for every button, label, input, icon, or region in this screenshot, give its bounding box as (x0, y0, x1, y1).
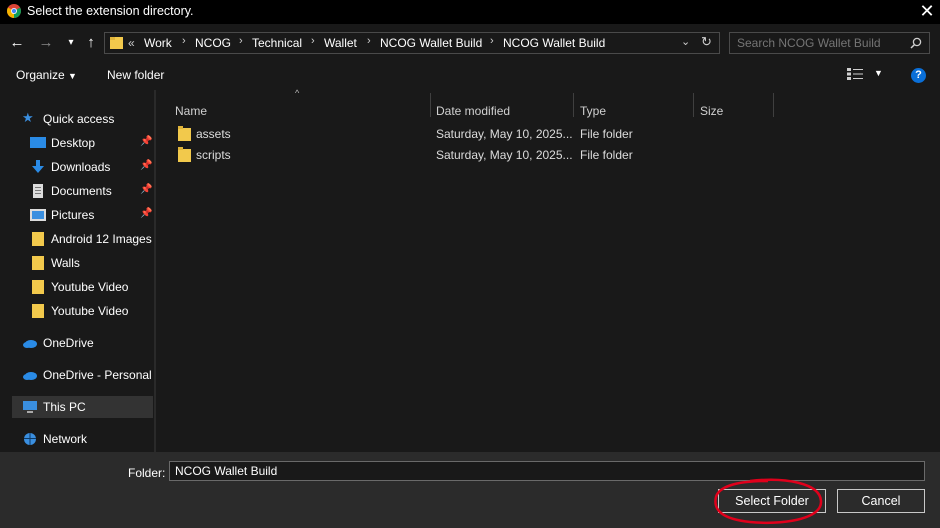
breadcrumb-work[interactable]: Work (144, 36, 172, 50)
breadcrumb-ncog-wallet-build-current[interactable]: NCOG Wallet Build (503, 36, 605, 50)
sidebar-item-label: Pictures (51, 208, 95, 222)
sidebar-item-label: OneDrive - Personal (43, 368, 152, 382)
star-icon: ★ (22, 110, 34, 125)
sidebar-item-pictures[interactable]: Pictures 📌 (20, 204, 154, 226)
address-bar[interactable]: « Work › NCOG › Technical › Wallet › NCO… (104, 32, 720, 54)
search-input[interactable] (737, 36, 907, 50)
sidebar-item-label: Walls (51, 256, 80, 270)
sidebar-item-quick-access[interactable]: ★ Quick access (12, 108, 146, 130)
sidebar-item-label: Youtube Video (51, 280, 129, 294)
breadcrumb-overflow[interactable]: « (128, 36, 135, 50)
chevron-right-icon[interactable]: › (367, 35, 371, 47)
refresh-icon[interactable]: ↻ (701, 34, 712, 50)
chevron-down-icon[interactable]: ⌄ (681, 35, 690, 48)
pin-icon[interactable]: 📌 (140, 208, 152, 220)
table-row[interactable]: assets Saturday, May 10, 2025... File fo… (174, 124, 774, 144)
back-arrow-icon[interactable]: ← (8, 34, 26, 52)
pin-icon[interactable]: 📌 (140, 160, 152, 172)
sidebar-item-label: Documents (51, 184, 112, 198)
sidebar-item-label: Quick access (43, 112, 115, 126)
sidebar-item-walls[interactable]: Walls (20, 252, 154, 274)
sidebar-item-label: Network (43, 432, 88, 446)
chevron-down-icon: ▼ (68, 71, 77, 81)
cloud-icon (23, 340, 37, 348)
column-header-type[interactable]: Type (580, 104, 606, 118)
sidebar-item-this-pc[interactable]: This PC (12, 396, 153, 418)
sidebar-item-label: Youtube Video (51, 304, 129, 318)
highlight-circle-annotation (714, 478, 823, 525)
column-header-size[interactable]: Size (700, 104, 723, 118)
organize-label: Organize (16, 68, 65, 82)
sidebar-item-downloads[interactable]: Downloads 📌 (20, 156, 154, 178)
search-box[interactable] (729, 32, 930, 54)
recent-locations-chevron-icon[interactable]: ▾ (62, 34, 80, 52)
download-icon (32, 160, 44, 173)
sidebar-item-label: This PC (43, 400, 86, 414)
breadcrumb-ncog-wallet-build[interactable]: NCOG Wallet Build (380, 36, 482, 50)
cloud-icon (23, 372, 37, 380)
sort-ascending-icon: ^ (295, 88, 300, 98)
folder-icon (32, 256, 44, 270)
sidebar-item-label: Downloads (51, 160, 111, 174)
close-icon[interactable]: ✕ (916, 1, 938, 23)
organize-menu[interactable]: Organize ▼ (16, 68, 77, 82)
chevron-down-icon: ▼ (874, 68, 883, 78)
forward-arrow-icon[interactable]: → (37, 34, 55, 52)
sidebar-item-onedrive-personal[interactable]: OneDrive - Personal (12, 364, 152, 386)
search-icon[interactable] (910, 37, 922, 49)
sidebar-item-network[interactable]: Network (12, 428, 146, 450)
picture-icon (30, 209, 46, 221)
pin-icon[interactable]: 📌 (140, 136, 152, 148)
file-type: File folder (580, 148, 633, 162)
sidebar-item-onedrive[interactable]: OneDrive (12, 332, 146, 354)
column-header-name[interactable]: Name (175, 104, 207, 118)
column-divider[interactable] (430, 93, 431, 117)
chevron-right-icon[interactable]: › (239, 35, 243, 47)
sidebar-item-label: Desktop (51, 136, 96, 150)
chevron-right-icon[interactable]: › (182, 35, 186, 47)
folder-icon (110, 37, 123, 49)
column-divider[interactable] (773, 93, 774, 117)
file-date: Saturday, May 10, 2025... (436, 148, 573, 162)
file-name: scripts (196, 148, 231, 162)
help-icon[interactable]: ? (911, 68, 926, 83)
folder-icon (32, 232, 44, 246)
pin-icon[interactable]: 📌 (140, 184, 152, 196)
breadcrumb-technical[interactable]: Technical (252, 36, 302, 50)
desktop-icon (30, 137, 46, 148)
window-title: Select the extension directory. (27, 4, 194, 18)
chrome-icon (7, 4, 21, 18)
sidebar-item-youtube-video-2[interactable]: Youtube Video (20, 300, 154, 322)
new-folder-button[interactable]: New folder (107, 68, 164, 82)
sidebar-item-label: Android 12 Images (51, 232, 152, 246)
up-arrow-icon[interactable]: ↑ (82, 34, 100, 52)
folder-icon (32, 304, 44, 318)
folder-icon (32, 280, 44, 294)
network-icon (24, 433, 36, 445)
folder-icon (178, 147, 191, 162)
breadcrumb-wallet[interactable]: Wallet (324, 36, 357, 50)
chevron-right-icon[interactable]: › (490, 35, 494, 47)
table-row[interactable]: scripts Saturday, May 10, 2025... File f… (174, 145, 774, 165)
sidebar-item-android-12-images[interactable]: Android 12 Images (20, 228, 154, 250)
file-type: File folder (580, 127, 633, 141)
sidebar-item-documents[interactable]: Documents 📌 (20, 180, 154, 202)
sidebar-item-youtube-video[interactable]: Youtube Video (20, 276, 154, 298)
folder-label: Folder: (128, 466, 166, 480)
cancel-button[interactable]: Cancel (837, 489, 925, 513)
file-date: Saturday, May 10, 2025... (436, 127, 573, 141)
view-options-button[interactable]: ▼ (847, 68, 887, 82)
column-divider[interactable] (573, 93, 574, 117)
column-divider[interactable] (693, 93, 694, 117)
details-view-icon (847, 68, 863, 80)
document-icon (33, 184, 43, 198)
breadcrumb-ncog[interactable]: NCOG (195, 36, 231, 50)
column-header-date-modified[interactable]: Date modified (436, 104, 510, 118)
sidebar-item-desktop[interactable]: Desktop 📌 (20, 132, 154, 154)
folder-icon (178, 126, 191, 141)
sidebar-item-label: OneDrive (43, 336, 94, 350)
file-name: assets (196, 127, 231, 141)
computer-icon (23, 401, 37, 413)
chevron-right-icon[interactable]: › (311, 35, 315, 47)
